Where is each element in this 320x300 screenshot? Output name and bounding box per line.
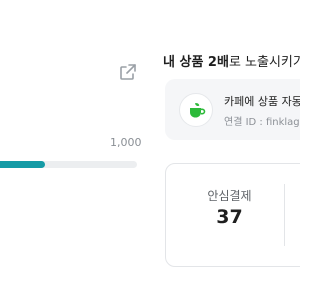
cafe-auto-register-card[interactable]: 카페에 상품 자동 등록 연결 ID : finklagl@ <box>165 79 300 140</box>
stats-divider <box>284 184 285 246</box>
progress-max-label: 1,000 <box>110 136 142 149</box>
cafe-connected-id: 연결 ID : finklagl@ <box>224 117 300 128</box>
screen: 1,000 내 상품 2배로 노출시키기 카페에 상품 자동 등록 연결 ID … <box>0 0 300 300</box>
section-title-bold: 내 상품 2배 <box>163 55 229 70</box>
cafe-logo <box>179 93 213 127</box>
coffee-cup-icon <box>190 103 206 118</box>
cafe-card-title: 카페에 상품 자동 등록 <box>224 95 300 108</box>
safe-payment-label: 안심결제 <box>207 189 252 203</box>
external-link-icon[interactable] <box>118 62 138 82</box>
section-title: 내 상품 2배로 노출시키기 <box>163 51 300 70</box>
progress-bar-fill <box>0 161 46 168</box>
progress-bar <box>0 161 137 168</box>
section-title-rest: 로 노출시키기 <box>228 55 300 70</box>
stats-card: 안심결제 37 <box>165 163 300 267</box>
safe-payment-count: 37 <box>216 206 243 228</box>
